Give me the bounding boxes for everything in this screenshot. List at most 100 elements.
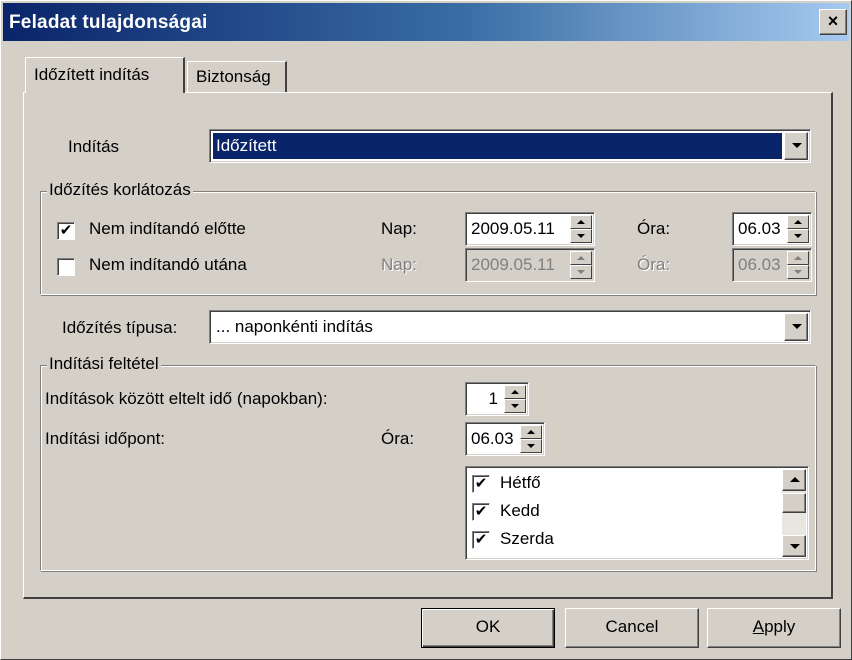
close-icon: × <box>827 11 839 31</box>
scroll-down-button[interactable] <box>782 535 806 557</box>
task-properties-dialog: Feladat tulajdonságai × Időzített indítá… <box>0 0 852 660</box>
start-hour-value: 06.03 <box>471 429 514 448</box>
chevron-down-icon <box>792 143 802 148</box>
not-after-label: Nem indítandó utána <box>89 255 247 274</box>
check-icon: ✔ <box>474 475 488 492</box>
spin-up-button[interactable] <box>570 215 592 229</box>
arrow-up-icon <box>511 390 519 394</box>
check-icon: ✔ <box>59 222 73 239</box>
interval-field[interactable]: 1 <box>465 382 529 416</box>
limit-group-legend: Időzítés korlátozás <box>47 180 193 200</box>
start-label: Indítás <box>68 137 120 156</box>
spin-up-button[interactable] <box>787 215 809 229</box>
interval-label: Indítások között eltelt idő (napokban): <box>45 389 328 408</box>
not-before-hour-label: Óra: <box>637 219 671 238</box>
arrow-up-icon <box>794 256 802 260</box>
scroll-up-button[interactable] <box>782 469 806 491</box>
not-before-date-value: 2009.05.11 <box>471 219 555 238</box>
spin-down-button[interactable] <box>570 229 592 243</box>
spin-down-button[interactable] <box>787 229 809 243</box>
not-after-hour-field[interactable]: 06.03 <box>732 248 812 282</box>
start-combo[interactable]: Időzített <box>209 129 811 163</box>
condition-group-legend: Indítási feltétel <box>47 354 161 374</box>
not-before-day-label: Nap: <box>381 219 417 238</box>
start-hour-field[interactable]: 06.03 <box>465 422 545 456</box>
arrow-up-icon <box>577 220 585 224</box>
spin-up-button[interactable] <box>570 251 592 265</box>
apply-label: Apply <box>752 617 796 636</box>
arrow-down-icon <box>511 404 519 408</box>
limit-groupbox: Időzítés korlátozás ✔ Nem indítandó előt… <box>40 180 816 295</box>
apply-button[interactable]: Apply <box>707 608 841 648</box>
not-after-date-spinner[interactable] <box>570 251 592 279</box>
spin-up-button[interactable] <box>520 425 542 439</box>
day-label: Kedd <box>500 501 540 520</box>
spin-down-button[interactable] <box>504 399 526 413</box>
not-before-checkbox[interactable]: ✔ <box>57 222 75 240</box>
arrow-down-icon <box>794 234 802 238</box>
not-before-date-field[interactable]: 2009.05.11 <box>465 212 595 246</box>
not-after-hour-spinner[interactable] <box>787 251 809 279</box>
start-hour-spinner[interactable] <box>520 425 542 453</box>
tab-scheduled-start[interactable]: Időzített indítás <box>25 57 185 93</box>
cancel-button[interactable]: Cancel <box>565 608 699 648</box>
schedule-type-label: Időzítés típusa: <box>62 318 178 337</box>
ok-label: OK <box>475 617 501 636</box>
arrow-down-icon <box>794 270 802 274</box>
not-before-hour-value: 06.03 <box>738 219 781 238</box>
not-after-day-label: Nap: <box>381 255 417 274</box>
check-icon: ✔ <box>474 503 488 520</box>
not-before-hour-field[interactable]: 06.03 <box>732 212 812 246</box>
day-label: Hétfő <box>500 473 541 492</box>
not-before-label: Nem indítandó előtte <box>89 219 246 238</box>
tab-label: Időzített indítás <box>34 65 150 84</box>
not-before-date-spinner[interactable] <box>570 215 592 243</box>
arrow-down-icon <box>577 234 585 238</box>
condition-groupbox: Indítási feltétel Indítások között eltel… <box>40 354 816 571</box>
arrow-down-icon <box>527 444 535 448</box>
tab-label: Biztonság <box>196 67 271 86</box>
arrow-up-icon <box>577 256 585 260</box>
arrow-down-icon <box>577 270 585 274</box>
spin-down-button[interactable] <box>520 439 542 453</box>
start-dropdown-button[interactable] <box>784 132 808 160</box>
not-after-hour-value: 06.03 <box>738 255 781 274</box>
arrow-up-icon <box>790 477 800 482</box>
schedule-type-dropdown-button[interactable] <box>784 313 808 341</box>
arrow-up-icon <box>527 430 535 434</box>
day-checkbox[interactable]: ✔ <box>472 475 490 493</box>
weekday-listbox[interactable]: ✔ Hétfő ✔ Kedd ✔ Szerda <box>465 466 809 560</box>
not-after-hour-label: Óra: <box>637 255 671 274</box>
check-icon: ✔ <box>474 531 488 548</box>
interval-value: 1 <box>488 389 498 408</box>
interval-spinner[interactable] <box>504 385 526 413</box>
spin-down-button[interactable] <box>570 265 592 279</box>
tab-panel-scheduled: Indítás Időzített Időzítés korlátozás ✔ … <box>23 92 833 599</box>
cancel-label: Cancel <box>605 617 659 636</box>
spin-down-button[interactable] <box>787 265 809 279</box>
not-after-checkbox[interactable] <box>57 258 75 276</box>
day-checkbox[interactable]: ✔ <box>472 503 490 521</box>
window-title: Feladat tulajdonságai <box>9 12 208 33</box>
ok-button[interactable]: OK <box>421 608 555 648</box>
not-after-date-value: 2009.05.11 <box>471 255 555 274</box>
start-hour-label: Óra: <box>381 429 415 448</box>
start-selected-value: Időzített <box>212 132 783 160</box>
schedule-type-value: ... naponkénti indítás <box>216 317 373 336</box>
tab-security[interactable]: Biztonság <box>187 61 287 93</box>
schedule-type-combo[interactable]: ... naponkénti indítás <box>209 310 811 344</box>
not-before-hour-spinner[interactable] <box>787 215 809 243</box>
close-button[interactable]: × <box>819 9 847 35</box>
not-after-date-field[interactable]: 2009.05.11 <box>465 248 595 282</box>
arrow-up-icon <box>794 220 802 224</box>
listbox-scrollbar[interactable] <box>782 469 806 557</box>
arrow-down-icon <box>790 544 800 549</box>
spin-up-button[interactable] <box>787 251 809 265</box>
chevron-down-icon <box>792 324 802 329</box>
start-time-label: Indítási időpont: <box>45 429 166 448</box>
scroll-thumb[interactable] <box>782 493 806 513</box>
day-label: Szerda <box>500 529 554 548</box>
spin-up-button[interactable] <box>504 385 526 399</box>
day-checkbox[interactable]: ✔ <box>472 531 490 549</box>
title-bar[interactable]: Feladat tulajdonságai × <box>3 3 849 41</box>
